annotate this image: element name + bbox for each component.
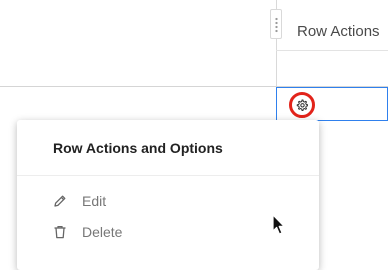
row-actions-menu: Row Actions and Options Edit Delete bbox=[17, 120, 319, 270]
row-actions-button[interactable] bbox=[289, 92, 315, 118]
menu-item-edit[interactable]: Edit bbox=[53, 192, 303, 212]
column-header-row-actions[interactable]: Row Actions bbox=[297, 23, 380, 40]
gear-icon bbox=[296, 99, 308, 111]
menu-item-label: Delete bbox=[82, 224, 123, 240]
pencil-icon bbox=[54, 195, 66, 207]
header-divider bbox=[276, 50, 388, 51]
menu-divider bbox=[17, 175, 319, 176]
menu-item-label: Edit bbox=[82, 193, 107, 209]
trash-icon bbox=[54, 226, 66, 239]
menu-item-delete[interactable]: Delete bbox=[53, 223, 303, 243]
menu-title: Row Actions and Options bbox=[53, 140, 223, 156]
mouse-pointer-icon bbox=[272, 214, 285, 235]
column-resize-handle[interactable] bbox=[270, 9, 282, 39]
